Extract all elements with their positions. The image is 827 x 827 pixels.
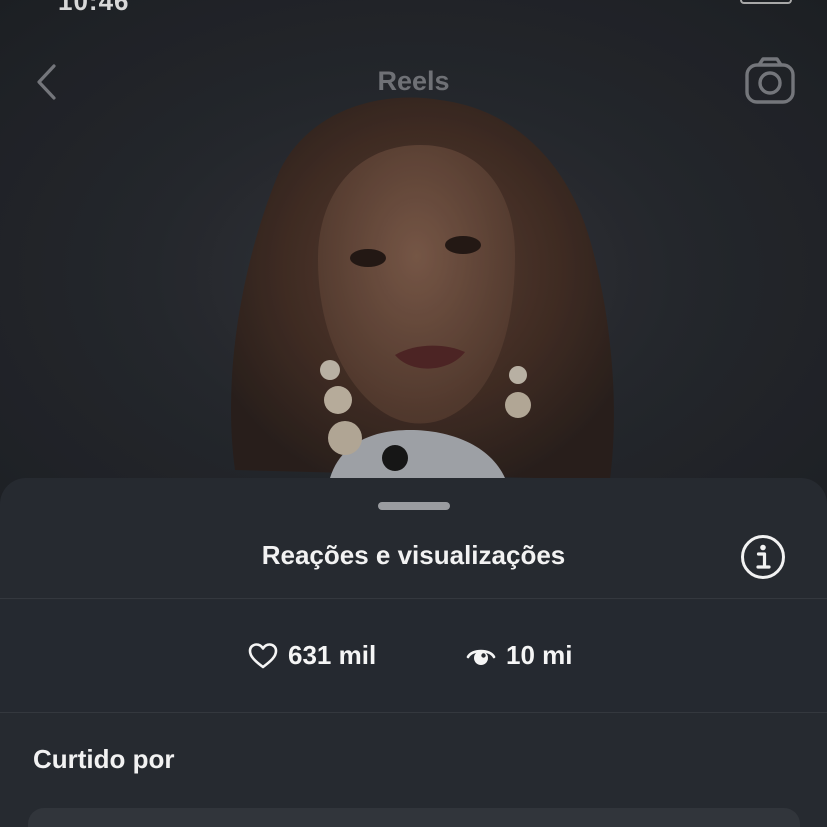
- info-button[interactable]: [740, 534, 786, 580]
- sheet-drag-handle[interactable]: [378, 502, 450, 510]
- likes-count: 631 mil: [288, 640, 377, 670]
- stats-row: 631 mil 10 mi: [0, 600, 827, 712]
- divider: [0, 598, 827, 599]
- eye-icon: [466, 649, 496, 665]
- liked-by-heading: Curtido por: [33, 744, 175, 774]
- likes-stat[interactable]: 631 mil: [248, 640, 376, 671]
- sheet-title: Reações e visualizações: [261, 540, 566, 570]
- liked-by-list-card[interactable]: [28, 808, 800, 827]
- reactions-screen: 10:46 Reels Reações e visualizações 631 …: [0, 0, 827, 827]
- views-stat[interactable]: 10 mi: [466, 640, 573, 671]
- divider: [0, 712, 827, 713]
- status-bar: 10:46: [0, 0, 827, 16]
- heart-icon: [248, 642, 278, 668]
- camera-icon: [745, 57, 795, 104]
- camera-button[interactable]: [744, 56, 796, 106]
- top-bar: Reels: [0, 50, 827, 110]
- status-time: 10:46: [58, 0, 130, 16]
- reactions-bottom-sheet: Reações e visualizações 631 mil 10 mi Cu…: [0, 478, 827, 827]
- info-icon: [741, 535, 785, 579]
- page-title: Reels: [377, 66, 450, 96]
- battery-icon: [740, 0, 792, 4]
- views-count: 10 mi: [506, 640, 573, 670]
